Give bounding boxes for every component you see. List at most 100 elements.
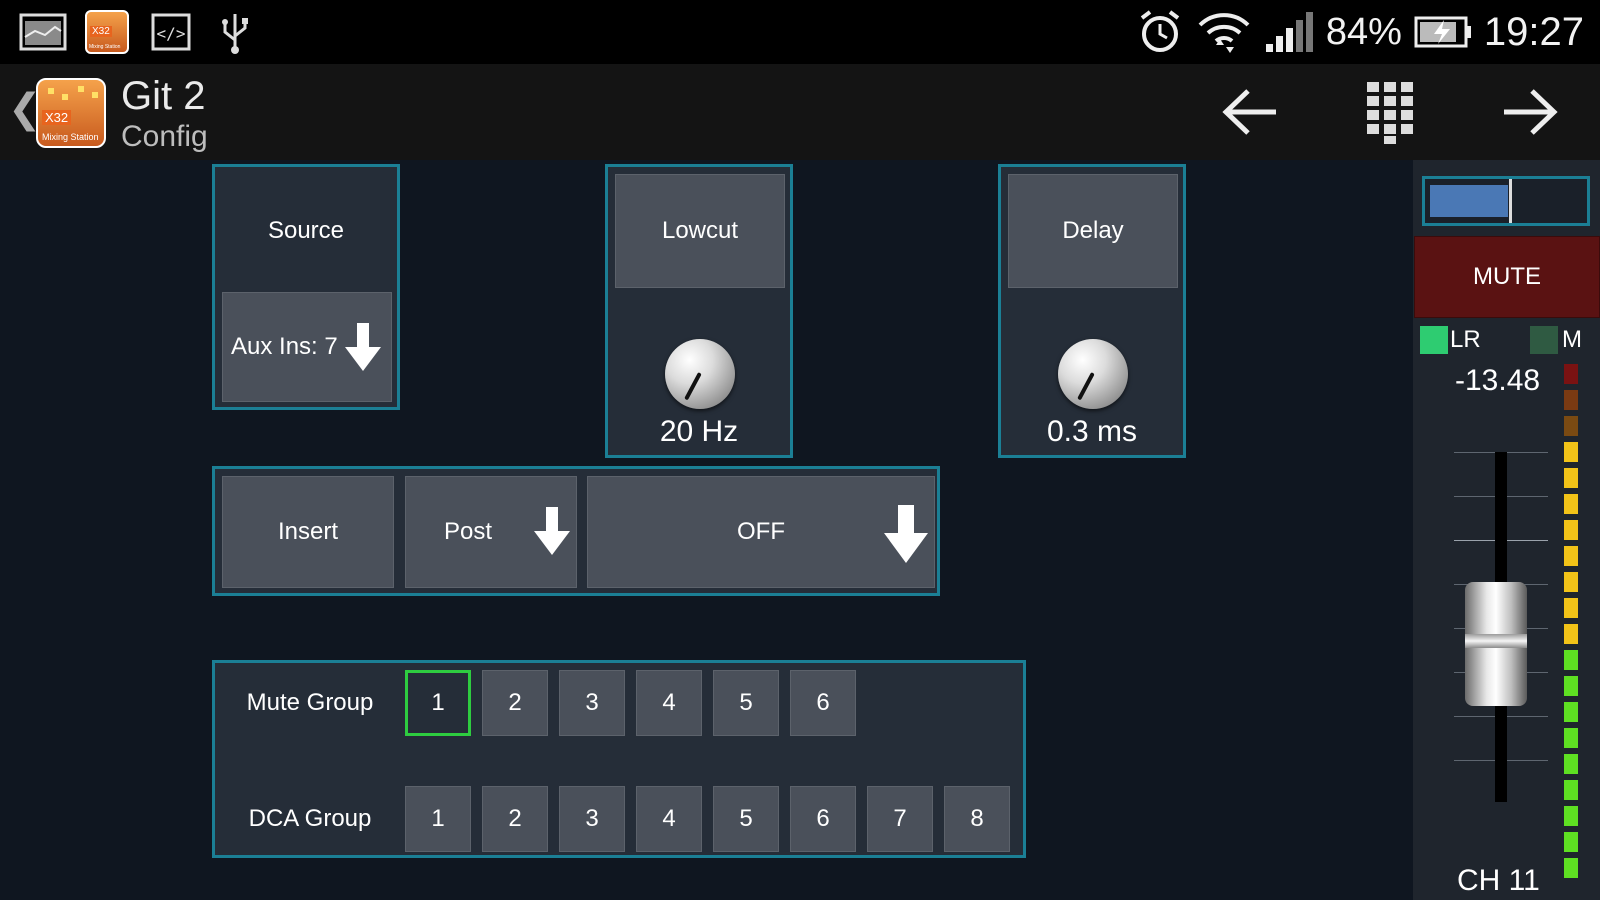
dca-group-7[interactable]: 7 xyxy=(867,786,933,852)
dca-group-3[interactable]: 3 xyxy=(559,786,625,852)
next-channel-button[interactable] xyxy=(1498,80,1562,144)
app-logo[interactable]: X32 Mixing Station xyxy=(36,78,106,148)
meter-segment xyxy=(1564,858,1578,878)
delay-label: Delay xyxy=(1062,217,1124,244)
usb-icon xyxy=(210,10,260,54)
notification-icons: X32 Mixing Station </> xyxy=(18,8,260,56)
insert-fx-value: OFF xyxy=(737,518,785,545)
dropdown-arrow-icon xyxy=(534,507,570,555)
delay-value: 0.3 ms xyxy=(1046,415,1138,448)
gallery-icon xyxy=(18,10,68,54)
source-label: Source xyxy=(267,217,345,244)
dropdown-arrow-icon xyxy=(884,505,928,563)
page-subtitle: Config xyxy=(121,120,208,153)
dca-group-5[interactable]: 5 xyxy=(713,786,779,852)
dca-group-8[interactable]: 8 xyxy=(944,786,1010,852)
insert-position-select[interactable]: Post xyxy=(405,476,577,588)
meter-segment xyxy=(1564,364,1578,384)
insert-toggle-button[interactable]: Insert xyxy=(222,476,394,588)
battery-charging-icon xyxy=(1414,16,1471,48)
dca-group-2[interactable]: 2 xyxy=(482,786,548,852)
mute-group-3-label: 3 xyxy=(585,689,599,716)
meter-segment xyxy=(1564,676,1578,696)
delay-knob[interactable] xyxy=(1058,339,1128,409)
dca-group-4[interactable]: 4 xyxy=(636,786,702,852)
arrow-left-icon xyxy=(1222,89,1276,135)
lowcut-toggle-button[interactable]: Lowcut xyxy=(615,174,785,288)
mute-button[interactable]: MUTE xyxy=(1414,236,1600,318)
dca-group-7-label: 7 xyxy=(893,805,907,832)
meter-segment xyxy=(1564,832,1578,852)
meter-segment xyxy=(1564,520,1578,540)
meter-segment xyxy=(1564,780,1578,800)
mute-group-2-label: 2 xyxy=(508,689,522,716)
dca-group-1-label: 1 xyxy=(431,805,445,832)
clock: 19:27 xyxy=(1483,9,1584,54)
mute-group-4-label: 4 xyxy=(662,689,676,716)
arrow-right-icon xyxy=(1504,89,1558,135)
keypad-button[interactable] xyxy=(1358,80,1422,144)
delay-toggle-button[interactable]: Delay xyxy=(1008,174,1178,288)
insert-position-value: Post xyxy=(444,518,493,545)
meter-segment xyxy=(1564,572,1578,592)
meter-segment xyxy=(1564,624,1578,644)
lr-assign-toggle[interactable] xyxy=(1420,326,1448,354)
source-select[interactable]: Aux Ins: 7 xyxy=(222,292,392,402)
pan-fill xyxy=(1430,185,1508,217)
meter-segment xyxy=(1564,702,1578,722)
mute-group-label: Mute Group xyxy=(246,689,374,716)
dca-group-6-label: 6 xyxy=(816,805,830,832)
insert-label: Insert xyxy=(277,518,339,545)
signal-icon xyxy=(1265,12,1313,52)
fader-cap[interactable] xyxy=(1465,582,1527,706)
dropdown-arrow-icon xyxy=(345,323,381,371)
meter-segment xyxy=(1564,442,1578,462)
mute-group-2[interactable]: 2 xyxy=(482,670,548,736)
channel-title: Git 2 xyxy=(121,74,206,118)
insert-fx-select[interactable]: OFF xyxy=(587,476,935,588)
meter-segment xyxy=(1564,494,1578,514)
dca-group-2-label: 2 xyxy=(508,805,522,832)
dca-group-8-label: 8 xyxy=(970,805,984,832)
dca-group-4-label: 4 xyxy=(662,805,676,832)
meter-segment xyxy=(1564,598,1578,618)
previous-channel-button[interactable] xyxy=(1218,80,1282,144)
meter-segment xyxy=(1564,806,1578,826)
battery-percent: 84% xyxy=(1325,10,1402,53)
pan-center-marker xyxy=(1509,179,1512,223)
lowcut-panel: Lowcut 20 Hz xyxy=(605,164,793,458)
dca-group-label: DCA Group xyxy=(248,805,372,832)
lowcut-knob[interactable] xyxy=(665,339,735,409)
source-panel: Source Aux Ins: 7 xyxy=(212,164,400,410)
code-icon: </> xyxy=(146,10,196,54)
delay-panel: Delay 0.3 ms xyxy=(998,164,1186,458)
mute-group-1[interactable]: 1 xyxy=(405,670,471,736)
channel-label: CH 11 xyxy=(1457,864,1540,897)
x32-app-icon-sub: Mixing Station xyxy=(89,44,121,50)
lowcut-value: 20 Hz xyxy=(659,415,739,448)
keypad-icon xyxy=(1367,82,1413,144)
mute-group-5[interactable]: 5 xyxy=(713,670,779,736)
mute-group-3[interactable]: 3 xyxy=(559,670,625,736)
mute-group-6-label: 6 xyxy=(816,689,830,716)
source-value: Aux Ins: 7 xyxy=(231,333,338,360)
mute-group-6[interactable]: 6 xyxy=(790,670,856,736)
dca-group-5-label: 5 xyxy=(739,805,753,832)
meter-segment xyxy=(1564,650,1578,670)
dca-group-1[interactable]: 1 xyxy=(405,786,471,852)
mute-group-1-label: 1 xyxy=(431,689,445,716)
app-logo-sub: Mixing Station xyxy=(42,132,99,142)
system-status: 84% 19:27 xyxy=(1136,0,1584,64)
pan-slider[interactable] xyxy=(1422,176,1590,226)
lr-label: LR xyxy=(1450,326,1481,353)
mono-assign-toggle[interactable] xyxy=(1530,326,1558,354)
mute-group-5-label: 5 xyxy=(739,689,753,716)
action-bar: ❮ X32 Mixing Station Git 2 Config xyxy=(0,64,1600,160)
x32-app-icon-text: X32 xyxy=(90,26,112,37)
dca-group-3-label: 3 xyxy=(585,805,599,832)
meter-segment xyxy=(1564,468,1578,488)
dca-group-6[interactable]: 6 xyxy=(790,786,856,852)
meter-segment xyxy=(1564,546,1578,566)
mute-group-4[interactable]: 4 xyxy=(636,670,702,736)
mute-label: MUTE xyxy=(1473,263,1541,290)
